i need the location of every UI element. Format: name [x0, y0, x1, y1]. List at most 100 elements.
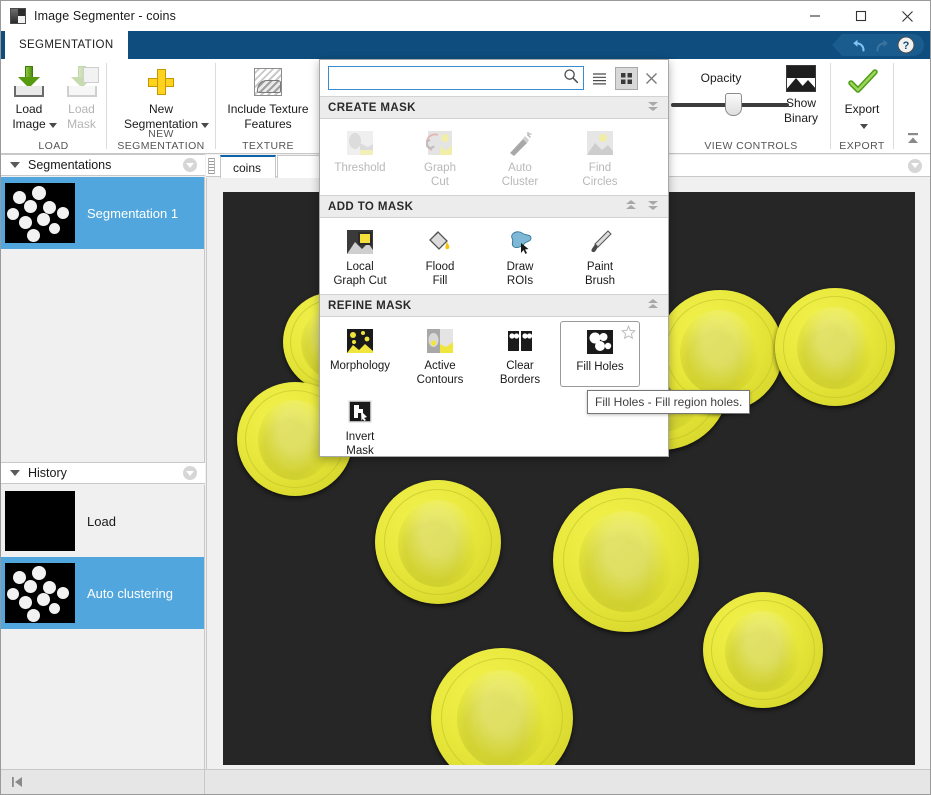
texture-icon — [251, 65, 285, 99]
load-image-icon — [12, 65, 46, 99]
new-segmentation-button[interactable]: New Segmentation — [107, 59, 215, 135]
gallery-item-morphology[interactable]: Morphology — [320, 321, 400, 387]
gallery-item-label: Invert Mask — [345, 431, 375, 457]
history-panel-header: History — [1, 462, 205, 484]
gallery-item-clear-borders[interactable]: Clear Borders — [480, 321, 560, 387]
gallery-section-refine-mask: Morphology Active Contours Clear Borders… — [320, 317, 668, 458]
chevron-down-icon[interactable] — [10, 162, 20, 168]
tooltip: Fill Holes - Fill region holes. — [587, 390, 751, 414]
export-icon — [845, 65, 879, 99]
show-binary-button[interactable]: Show Binary — [771, 59, 831, 126]
ribbon-group-export: Export EXPORT — [831, 59, 893, 154]
grid-view-icon[interactable] — [615, 66, 638, 90]
status-bar — [1, 769, 930, 794]
chevron-down-icon[interactable] — [10, 470, 20, 476]
export-label: Export — [844, 102, 880, 116]
segmentation-item-label: Segmentation 1 — [87, 205, 179, 221]
scroll-up-icon[interactable] — [646, 297, 660, 314]
mask-thumbnail — [5, 183, 75, 243]
load-mask-label: Load Mask — [67, 102, 96, 131]
drag-grip-icon[interactable] — [208, 158, 215, 174]
search-icon[interactable] — [563, 68, 579, 89]
section-title: ADD TO MASK — [328, 200, 414, 213]
image-segmenter-icon — [10, 8, 26, 24]
close-icon[interactable] — [884, 1, 930, 31]
ribbon-group-texture-label: TEXTURE — [242, 140, 294, 152]
gallery-item-label: Find Circles — [582, 162, 618, 188]
list-item[interactable]: Segmentation 1 — [1, 177, 204, 249]
local-graph-cut-icon — [346, 229, 374, 255]
gallery-item-label: Fill Holes — [576, 361, 624, 373]
title-bar: Image Segmenter - coins — [1, 1, 930, 31]
gallery-item-label: Flood Fill — [425, 261, 455, 287]
morphology-icon — [346, 328, 374, 354]
image-segmenter-window: Image Segmenter - coins SEGMENTATION ? L… — [0, 0, 931, 795]
ribbon-separator — [893, 63, 894, 149]
scroll-up-icon[interactable] — [624, 198, 638, 215]
tab-segmentation[interactable]: SEGMENTATION — [5, 31, 128, 59]
show-binary-label: Show Binary — [783, 96, 818, 125]
gallery-section-header-refine-mask[interactable]: REFINE MASK — [320, 294, 668, 317]
auto-cluster-icon — [506, 130, 534, 156]
section-title: CREATE MASK — [328, 101, 416, 114]
list-view-icon[interactable] — [588, 67, 611, 90]
active-contours-icon — [426, 328, 454, 354]
svg-text:?: ? — [903, 40, 910, 52]
section-scroll-controls — [624, 198, 660, 215]
gallery-item-label: Auto Cluster — [501, 162, 539, 188]
history-panel-menu-icon[interactable] — [183, 466, 197, 480]
export-caret-icon[interactable] — [860, 123, 868, 129]
list-item[interactable]: Load — [1, 485, 204, 557]
ribbon-group-load: Load Image Load Mask LOAD — [1, 59, 106, 154]
image-panel-menu-icon[interactable] — [908, 158, 922, 173]
gallery-section-create-mask: Threshold Graph Cut Auto Cluster Find Ci… — [320, 119, 668, 195]
search-input[interactable] — [333, 70, 563, 86]
gallery-item-label: Graph Cut — [424, 162, 456, 188]
gallery-item-fill-holes[interactable]: Fill Holes — [560, 321, 640, 387]
load-image-button[interactable]: Load Image — [1, 59, 57, 135]
load-mask-icon — [65, 65, 99, 99]
star-icon[interactable] — [620, 325, 637, 345]
opacity-slider[interactable] — [671, 93, 789, 116]
status-bar-message — [205, 770, 930, 795]
document-tab-coins[interactable]: coins — [220, 155, 276, 178]
gallery-item-invert-mask[interactable]: Invert Mask — [320, 387, 400, 458]
section-scroll-controls — [646, 99, 660, 116]
list-item[interactable]: Auto clustering — [1, 557, 204, 629]
gallery-item-label: Local Graph Cut — [333, 261, 387, 287]
gallery-search-box[interactable] — [328, 66, 584, 90]
gallery-section-header-add-to-mask[interactable]: ADD TO MASK — [320, 195, 668, 218]
ribbon-group-texture: Include Texture Features TEXTURE — [216, 59, 320, 154]
include-texture-features-button[interactable]: Include Texture Features — [216, 59, 320, 132]
gallery-item-threshold: Threshold — [320, 123, 400, 189]
help-icon[interactable]: ? — [894, 34, 918, 56]
load-image-caret-icon[interactable] — [49, 122, 57, 128]
gallery-section-add-to-mask: Local Graph Cut Flood Fill Draw ROIs Pai… — [320, 218, 668, 294]
opacity-slider-thumb[interactable] — [725, 93, 742, 116]
gallery-item-label: Active Contours — [416, 360, 464, 386]
gallery-item-paint-brush[interactable]: Paint Brush — [560, 222, 640, 288]
close-icon[interactable] — [638, 67, 664, 90]
collapse-left-panel-icon[interactable] — [10, 775, 24, 789]
fill-holes-icon — [586, 329, 614, 355]
find-circles-icon — [586, 130, 614, 156]
segmentations-panel-menu-icon[interactable] — [183, 158, 197, 172]
export-button[interactable]: Export — [831, 59, 893, 136]
include-texture-features-label: Include Texture Features — [227, 102, 309, 131]
minimize-icon[interactable] — [792, 1, 838, 31]
gallery-item-local-graph-cut[interactable]: Local Graph Cut — [320, 222, 400, 288]
ribbon-collapse-icon[interactable] — [902, 127, 924, 149]
gallery-item-active-contours[interactable]: Active Contours — [400, 321, 480, 387]
gallery-item-draw-rois[interactable]: Draw ROIs — [480, 222, 560, 288]
gallery-search-row — [320, 60, 668, 96]
redo-icon[interactable] — [870, 34, 894, 56]
opacity-control: Opacity — [671, 59, 789, 126]
scroll-down-icon[interactable] — [646, 198, 660, 215]
scroll-down-icon[interactable] — [646, 99, 660, 116]
gallery-item-flood-fill[interactable]: Flood Fill — [400, 222, 480, 288]
window-title: Image Segmenter - coins — [34, 9, 176, 23]
undo-icon[interactable] — [846, 34, 870, 56]
gallery-section-header-create-mask[interactable]: CREATE MASK — [320, 96, 668, 119]
maximize-icon[interactable] — [838, 1, 884, 31]
new-segmentation-icon — [144, 65, 178, 99]
